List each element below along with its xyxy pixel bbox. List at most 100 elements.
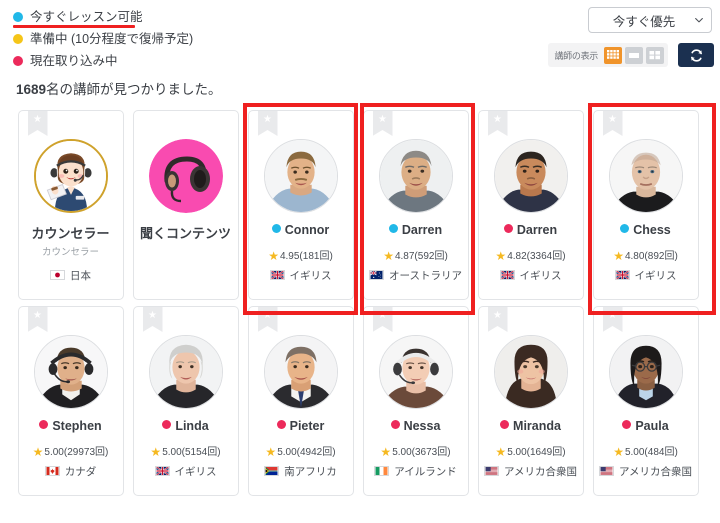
photo-connor-icon [264, 140, 337, 212]
status-dot-icon [162, 420, 172, 429]
card-country: イギリス [134, 464, 238, 479]
sort-order-select[interactable]: 今すぐ優先 [588, 7, 712, 33]
bookmark-ribbon-icon[interactable]: ★ [27, 111, 48, 136]
status-dot-icon [500, 420, 510, 429]
card-title: Pieter [249, 419, 353, 433]
card-name-label: Darren [401, 223, 443, 237]
bookmark-ribbon-icon[interactable]: ★ [257, 307, 278, 332]
avatar [148, 335, 223, 409]
card-country: オーストラリア [364, 268, 468, 283]
card-title: Chess [594, 223, 698, 237]
avatar [493, 139, 568, 213]
flag-us-icon [599, 466, 614, 476]
rating-star-icon: ★ [268, 249, 279, 263]
card-tutor-miranda[interactable]: ★ Miranda ★5.00(1649回) アメリカ合衆国 [477, 306, 584, 496]
flag-us-icon [484, 466, 499, 476]
bookmark-ribbon-icon[interactable]: ★ [372, 111, 393, 136]
bookmark-ribbon-icon[interactable]: ★ [372, 307, 393, 332]
card-tutor-paula[interactable]: ★ Paula ★5.00(484回) アメリカ合衆国 [592, 306, 699, 496]
card-tutor-nessa[interactable]: ★ Nessa ★5.00(3673回) アイルランド [362, 306, 469, 496]
card-rating: ★4.95(181回) [249, 247, 353, 263]
flag-jp-icon [50, 270, 65, 280]
card-tutor-stephen[interactable]: ★ Stephen ★5.00(29973回) カナダ [17, 306, 124, 496]
card-rating-label: 5.00(3673回) [392, 447, 451, 458]
card-tutor-pieter[interactable]: ★ Pieter ★5.00(4942回) 南アフリカ [247, 306, 354, 496]
card-country: 日本 [19, 268, 123, 283]
card-tutor-linda[interactable]: ★ Linda ★5.00(5154回) イギリス [132, 306, 239, 496]
card-country-label: 日本 [70, 270, 91, 282]
card-country: アメリカ合衆国 [594, 464, 698, 479]
photo-miranda-icon [494, 336, 567, 408]
bookmark-ribbon-icon[interactable]: ★ [602, 111, 623, 136]
grid-cell: ★ Chess ★4.80(892回) イギリス [588, 110, 703, 300]
grid-cell: ★ [588, 306, 703, 496]
status-dot-icon [39, 420, 49, 429]
photo-stephen-icon [34, 336, 107, 408]
rating-star-icon: ★ [32, 445, 44, 459]
flag-gb-icon [154, 466, 170, 476]
bookmark-ribbon-icon[interactable]: ★ [487, 307, 508, 332]
ribbon-star-icon: ★ [33, 310, 42, 321]
ribbon-star-icon: ★ [33, 114, 42, 125]
ribbon-star-icon: ★ [378, 114, 387, 125]
bookmark-ribbon-icon[interactable]: ★ [602, 307, 623, 332]
chevron-down-icon [695, 17, 703, 23]
legend-label-available: 今すぐレッスン可能 [30, 9, 143, 24]
view-button-list-view[interactable] [625, 46, 643, 64]
card-listening-content[interactable]: 聞くコンテンツ [132, 110, 239, 300]
bookmark-ribbon-icon[interactable]: ★ [257, 111, 278, 136]
card-country: カナダ [19, 464, 123, 479]
card-name-label: Stephen [52, 419, 102, 433]
card-rating: ★5.00(3673回) [364, 443, 468, 459]
card-rating: ★5.00(4942回) [249, 443, 353, 459]
card-country-label: イギリス [174, 466, 217, 478]
photo-linda-icon [149, 336, 222, 408]
card-tutor-connor[interactable]: ★ Connor ★4.95(181回) イギリス [247, 110, 354, 300]
rating-star-icon: ★ [495, 249, 507, 263]
grid-cell: ★ Darren ★ [473, 110, 588, 300]
grid-cell: 聞くコンテンツ [128, 110, 243, 300]
result-count: 1689名の講師が見つかりました。 [16, 78, 222, 98]
status-dot-icon [620, 224, 630, 233]
card-tutor-chess[interactable]: ★ Chess ★4.80(892回) イギリス [592, 110, 699, 300]
ribbon-star-icon: ★ [608, 114, 617, 125]
card-country-label: 南アフリカ [284, 466, 337, 478]
refresh-icon [690, 48, 702, 62]
card-rating: ★4.87(592回) [364, 247, 468, 263]
bookmark-ribbon-icon[interactable]: ★ [487, 111, 508, 136]
photo-paula-icon [609, 336, 682, 408]
card-counselor[interactable]: ★ カウンセラー カウンセラー 日本 [17, 110, 124, 300]
card-subtitle: カウンセラー [41, 247, 99, 258]
card-tutor-darren-au[interactable]: ★ Darren ★4.87(592回) オーストラリア [362, 110, 469, 300]
flag-gb-icon [269, 270, 285, 280]
view-button-large-grid[interactable] [646, 46, 664, 64]
large-grid-icon [649, 50, 660, 59]
bookmark-ribbon-icon[interactable]: ★ [142, 307, 163, 332]
avatar [493, 335, 568, 409]
flag-ie-icon [374, 466, 390, 476]
card-tutor-darren-gb[interactable]: ★ Darren ★4.82(3364回) イギリス [477, 110, 584, 300]
grid-cell: ★ Darren ★ [358, 110, 473, 300]
view-button-compact-grid[interactable] [604, 46, 622, 64]
avatar [263, 139, 338, 213]
result-count-number: 1689 [16, 82, 47, 97]
refresh-button[interactable] [678, 43, 714, 67]
card-name-label: Pieter [289, 419, 325, 433]
ribbon-star-icon: ★ [263, 310, 272, 321]
card-country-label: カナダ [64, 466, 97, 478]
flag-za-icon [264, 466, 280, 476]
rating-star-icon: ★ [495, 445, 507, 459]
bookmark-ribbon-icon[interactable]: ★ [27, 307, 48, 332]
avatar [263, 335, 338, 409]
card-name-label: Paula [635, 419, 669, 433]
card-country: アメリカ合衆国 [479, 464, 583, 479]
card-name-label: Darren [516, 223, 558, 237]
card-title: Linda [134, 419, 238, 433]
card-rating-label: 5.00(29973回) [44, 447, 109, 458]
rating-star-icon: ★ [380, 445, 392, 459]
card-rating-label: 5.00(4942回) [277, 447, 336, 458]
flag-au-icon [369, 270, 384, 280]
card-rating-label: 5.00(1649回) [507, 447, 566, 458]
legend-item-available: 今すぐレッスン可能 [13, 6, 193, 28]
legend-label-busy: 現在取り込み中 [30, 53, 118, 68]
